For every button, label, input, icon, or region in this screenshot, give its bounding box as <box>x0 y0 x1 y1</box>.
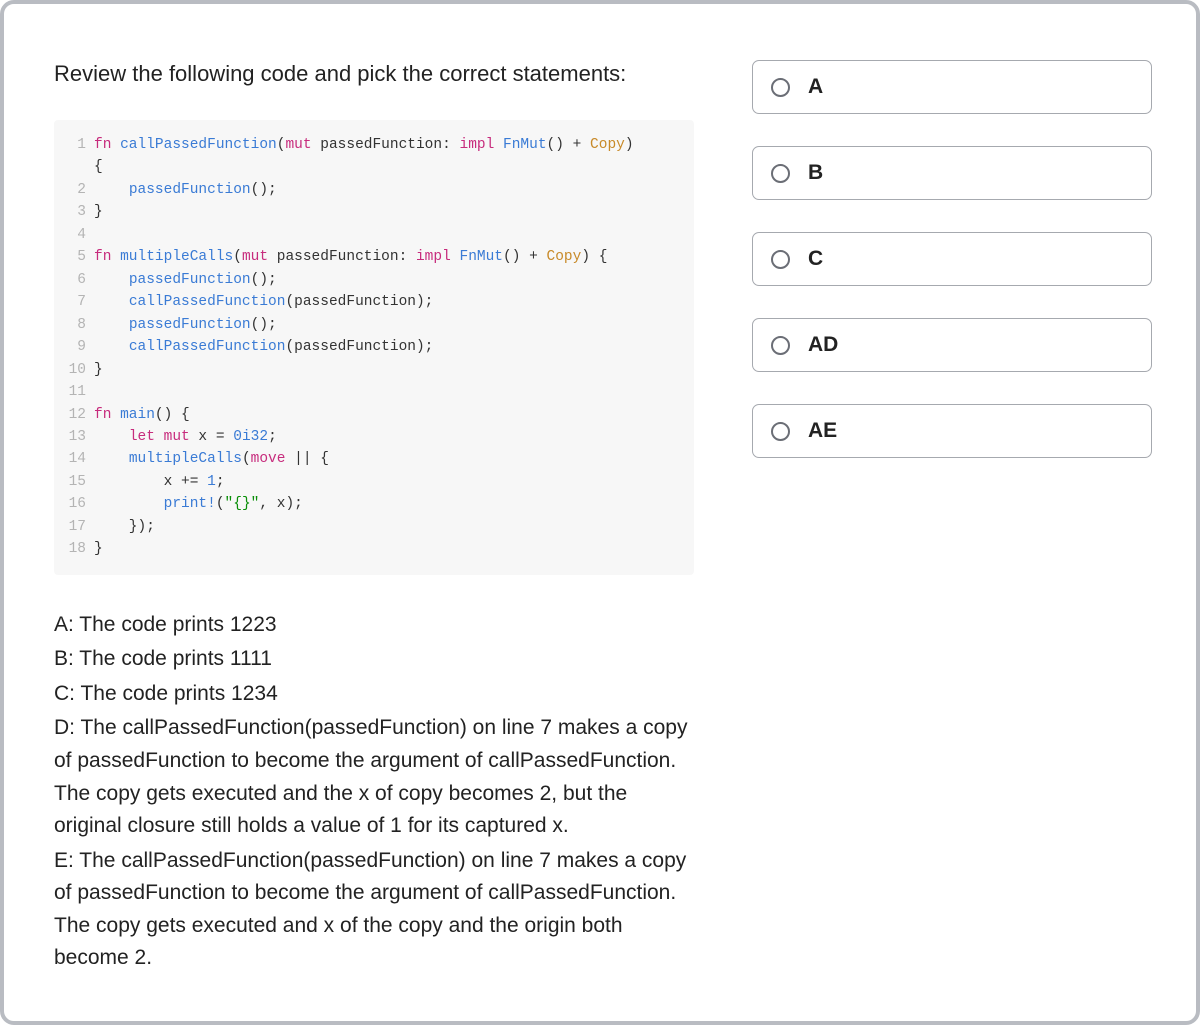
option-a[interactable]: A <box>752 60 1152 114</box>
question-pane: Review the following code and pick the c… <box>54 54 694 981</box>
option-label: AE <box>808 419 837 443</box>
statement: A: The code prints 1223 <box>54 609 694 642</box>
statement: B: The code prints 1111 <box>54 643 694 676</box>
radio-icon <box>771 336 790 355</box>
radio-icon <box>771 422 790 441</box>
option-label: AD <box>808 333 838 357</box>
radio-icon <box>771 250 790 269</box>
answer-statements: A: The code prints 1223B: The code print… <box>54 609 694 975</box>
question-text: Review the following code and pick the c… <box>54 58 694 90</box>
quiz-card: Review the following code and pick the c… <box>0 0 1200 1025</box>
code-block: 1fn callPassedFunction(mut passedFunctio… <box>54 120 694 575</box>
option-c[interactable]: C <box>752 232 1152 286</box>
option-ae[interactable]: AE <box>752 404 1152 458</box>
statement: E: The callPassedFunction(passedFunction… <box>54 845 694 975</box>
radio-icon <box>771 164 790 183</box>
statement: C: The code prints 1234 <box>54 678 694 711</box>
radio-icon <box>771 78 790 97</box>
options-pane: A B C AD AE <box>752 54 1152 981</box>
option-label: C <box>808 247 823 271</box>
option-ad[interactable]: AD <box>752 318 1152 372</box>
statement: D: The callPassedFunction(passedFunction… <box>54 712 694 842</box>
option-label: A <box>808 75 823 99</box>
option-b[interactable]: B <box>752 146 1152 200</box>
option-label: B <box>808 161 823 185</box>
